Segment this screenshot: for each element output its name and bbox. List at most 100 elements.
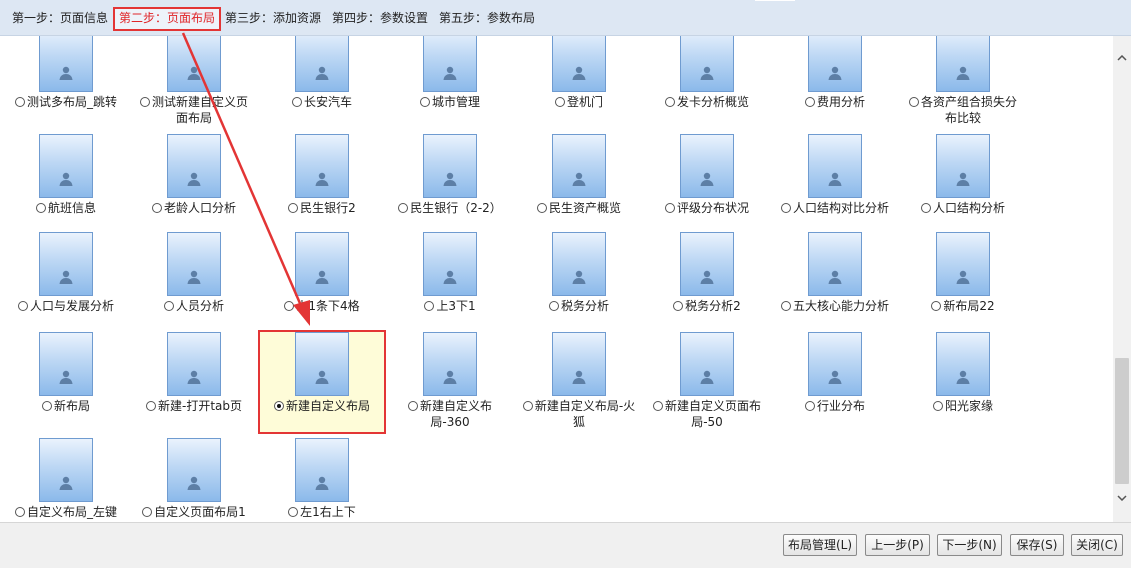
layout-thumbnail[interactable] bbox=[295, 36, 349, 92]
step-1-page-info[interactable]: 第一步：页面信息 bbox=[12, 9, 108, 29]
layout-option[interactable]: 发卡分析概览 bbox=[645, 36, 769, 128]
layout-radio[interactable] bbox=[291, 97, 302, 107]
layout-radio[interactable] bbox=[35, 203, 46, 213]
layout-radio[interactable] bbox=[407, 401, 418, 411]
layout-option-caption[interactable]: 税务分析2 bbox=[649, 298, 765, 314]
layout-radio[interactable] bbox=[522, 401, 533, 411]
layout-thumbnail[interactable] bbox=[39, 232, 93, 296]
layout-radio[interactable] bbox=[145, 401, 156, 411]
layout-thumbnail[interactable] bbox=[552, 36, 606, 92]
layout-option-caption[interactable]: 上1条下4格 bbox=[264, 298, 380, 314]
layout-option[interactable]: 费用分析 bbox=[773, 36, 897, 128]
layout-option[interactable]: 登机门 bbox=[517, 36, 641, 128]
layout-thumbnail[interactable] bbox=[295, 332, 349, 396]
layout-option[interactable]: 新布局22 bbox=[901, 232, 1025, 332]
layout-thumbnail[interactable] bbox=[936, 232, 990, 296]
layout-option[interactable]: 税务分析2 bbox=[645, 232, 769, 332]
layout-option[interactable]: 老龄人口分析 bbox=[132, 134, 256, 234]
layout-radio[interactable] bbox=[804, 401, 815, 411]
layout-thumbnail[interactable] bbox=[936, 134, 990, 198]
layout-thumbnail[interactable] bbox=[423, 134, 477, 198]
next-step-button[interactable]: 下一步(N) bbox=[937, 534, 1002, 556]
layout-radio[interactable] bbox=[780, 301, 791, 311]
layout-radio[interactable] bbox=[804, 97, 815, 107]
layout-thumbnail[interactable] bbox=[295, 134, 349, 198]
layout-option-caption[interactable]: 行业分布 bbox=[777, 398, 893, 414]
vertical-scrollbar[interactable] bbox=[1113, 36, 1131, 522]
layout-radio[interactable] bbox=[664, 203, 675, 213]
layout-option-caption[interactable]: 航班信息 bbox=[8, 200, 124, 216]
layout-option[interactable]: 自定义页面布局1 bbox=[132, 438, 256, 522]
layout-thumbnail[interactable] bbox=[167, 134, 221, 198]
layout-thumbnail[interactable] bbox=[808, 134, 862, 198]
layout-option[interactable]: 左1右上下 bbox=[260, 438, 384, 522]
layout-thumbnail[interactable] bbox=[167, 232, 221, 296]
layout-radio[interactable] bbox=[14, 97, 25, 107]
layout-option-caption[interactable]: 税务分析 bbox=[521, 298, 637, 314]
layout-option[interactable]: 新建自定义布局-360 bbox=[388, 332, 512, 432]
layout-radio[interactable] bbox=[920, 203, 931, 213]
layout-option-caption[interactable]: 自定义页面布局1 bbox=[136, 504, 252, 520]
layout-radio[interactable] bbox=[424, 301, 435, 311]
layout-option[interactable]: 上1条下4格 bbox=[260, 232, 384, 332]
layout-option-caption[interactable]: 民生资产概览 bbox=[521, 200, 637, 216]
layout-option-caption[interactable]: 左1右上下 bbox=[264, 504, 380, 520]
layout-option-caption[interactable]: 测试多布局_跳转 bbox=[8, 94, 124, 110]
layout-option-caption[interactable]: 费用分析 bbox=[777, 94, 893, 110]
layout-option-caption[interactable]: 民生银行2 bbox=[264, 200, 380, 216]
layout-option-caption[interactable]: 新建自定义页面布局-50 bbox=[649, 398, 765, 430]
layout-radio[interactable] bbox=[536, 203, 547, 213]
layout-radio[interactable] bbox=[139, 97, 150, 107]
layout-option[interactable]: 长安汽车 bbox=[260, 36, 384, 128]
layout-option[interactable]: 民生银行2 bbox=[260, 134, 384, 234]
save-button[interactable]: 保存(S) bbox=[1010, 534, 1064, 556]
layout-option[interactable]: 人口结构对比分析 bbox=[773, 134, 897, 234]
layout-manage-button[interactable]: 布局管理(L) bbox=[783, 534, 857, 556]
layout-option[interactable]: 新建自定义布局-火狐 bbox=[517, 332, 641, 432]
layout-thumbnail[interactable] bbox=[680, 232, 734, 296]
layout-option[interactable]: 人员分析 bbox=[132, 232, 256, 332]
layout-option[interactable]: 航班信息 bbox=[4, 134, 128, 234]
layout-option-caption[interactable]: 城市管理 bbox=[392, 94, 508, 110]
layout-thumbnail[interactable] bbox=[808, 332, 862, 396]
layout-thumbnail[interactable] bbox=[39, 134, 93, 198]
layout-option-caption[interactable]: 人口与发展分析 bbox=[8, 298, 124, 314]
layout-thumbnail[interactable] bbox=[167, 332, 221, 396]
layout-thumbnail[interactable] bbox=[423, 332, 477, 396]
layout-thumbnail[interactable] bbox=[552, 134, 606, 198]
layout-thumbnail[interactable] bbox=[680, 332, 734, 396]
layout-option[interactable]: 评级分布状况 bbox=[645, 134, 769, 234]
layout-option-caption[interactable]: 老龄人口分析 bbox=[136, 200, 252, 216]
layout-option-caption[interactable]: 登机门 bbox=[521, 94, 637, 110]
layout-option[interactable]: 城市管理 bbox=[388, 36, 512, 128]
layout-option[interactable]: 各资产组合损失分布比较 bbox=[901, 36, 1025, 128]
scroll-up-icon[interactable] bbox=[1113, 48, 1131, 66]
layout-option[interactable]: 新建自定义页面布局-50 bbox=[645, 332, 769, 432]
layout-option-caption[interactable]: 新建自定义布局 bbox=[264, 398, 380, 414]
layout-thumbnail[interactable] bbox=[423, 36, 477, 92]
layout-thumbnail[interactable] bbox=[808, 36, 862, 92]
layout-radio[interactable] bbox=[673, 301, 684, 311]
layout-radio[interactable] bbox=[931, 301, 942, 311]
close-button[interactable]: 关闭(C) bbox=[1071, 534, 1123, 556]
layout-radio[interactable] bbox=[398, 203, 409, 213]
layout-option-caption[interactable]: 上3下1 bbox=[392, 298, 508, 314]
layout-thumbnail[interactable] bbox=[936, 332, 990, 396]
layout-option[interactable]: 新布局 bbox=[4, 332, 128, 432]
layout-thumbnail[interactable] bbox=[39, 438, 93, 502]
layout-thumbnail[interactable] bbox=[39, 36, 93, 92]
layout-option-caption[interactable]: 人口结构分析 bbox=[905, 200, 1021, 216]
step-4-param-settings[interactable]: 第四步：参数设置 bbox=[332, 9, 428, 29]
step-3-add-resources[interactable]: 第三步：添加资源 bbox=[225, 9, 321, 29]
layout-radio[interactable] bbox=[548, 301, 559, 311]
layout-option[interactable]: 民生银行（2-2） bbox=[388, 134, 512, 234]
layout-option-caption[interactable]: 新布局 bbox=[8, 398, 124, 414]
layout-thumbnail[interactable] bbox=[680, 134, 734, 198]
layout-option-caption[interactable]: 新建自定义布局-火狐 bbox=[521, 398, 637, 430]
layout-option-caption[interactable]: 长安汽车 bbox=[264, 94, 380, 110]
layout-thumbnail[interactable] bbox=[552, 232, 606, 296]
layout-option[interactable]: 测试多布局_跳转 bbox=[4, 36, 128, 128]
layout-option-caption[interactable]: 阳光家缘 bbox=[905, 398, 1021, 414]
layout-radio[interactable] bbox=[932, 401, 943, 411]
layout-radio[interactable] bbox=[652, 401, 663, 411]
